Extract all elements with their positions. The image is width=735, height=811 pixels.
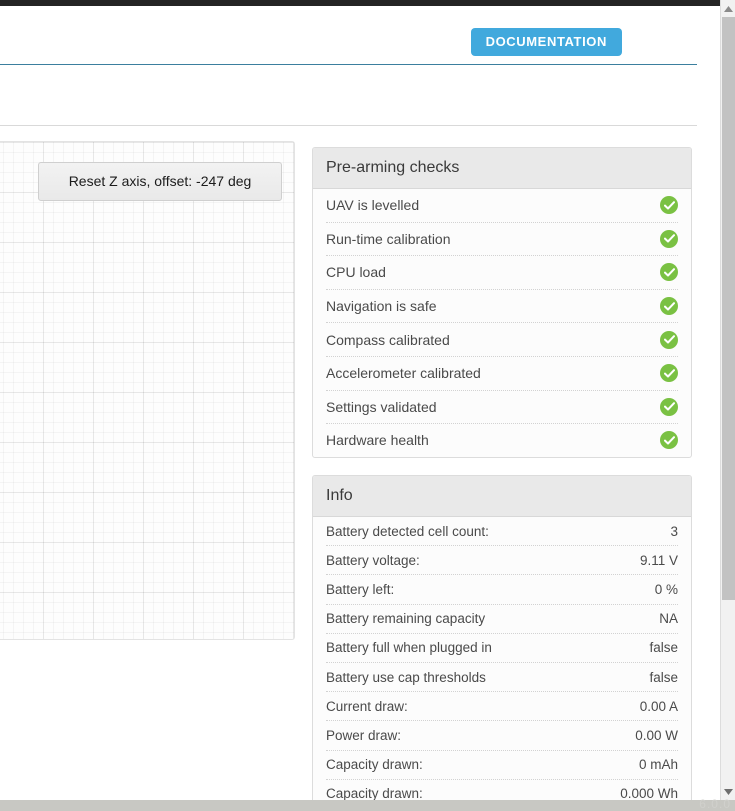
reset-z-axis-button[interactable]: Reset Z axis, offset: -247 deg bbox=[38, 162, 282, 201]
sensor-graph-panel bbox=[0, 141, 295, 640]
info-row: Capacity drawn: 0 mAh bbox=[326, 751, 678, 780]
info-row: Battery use cap thresholds false bbox=[326, 663, 678, 693]
documentation-button[interactable]: DOCUMENTATION bbox=[470, 28, 622, 56]
info-panel: Info Battery detected cell count: 3 Batter… bbox=[312, 475, 692, 809]
info-row-label: Battery voltage: bbox=[326, 552, 420, 568]
check-circle-icon bbox=[660, 431, 678, 450]
pre-arming-check-row: Run-time calibration bbox=[326, 223, 678, 257]
pre-arming-check-label: Navigation is safe bbox=[326, 298, 437, 315]
pre-arming-check-row: Navigation is safe bbox=[326, 290, 678, 324]
horizontal-scrollbar[interactable] bbox=[0, 800, 735, 811]
header-bar: DOCUMENTATION bbox=[0, 6, 720, 64]
info-row-label: Battery remaining capacity bbox=[326, 611, 486, 627]
info-title: Info bbox=[313, 476, 691, 517]
check-circle-icon bbox=[660, 364, 678, 383]
info-list: Battery detected cell count: 3 Battery vol… bbox=[313, 517, 691, 808]
info-row: Battery full when plugged in false bbox=[326, 634, 678, 663]
info-row-label: Battery use cap thresholds bbox=[326, 669, 486, 685]
info-row: Battery left: 0 % bbox=[326, 575, 678, 605]
check-circle-icon bbox=[660, 229, 678, 248]
info-row-value: NA bbox=[659, 611, 678, 627]
info-row-label: Power draw: bbox=[326, 727, 402, 743]
pre-arming-check-row: CPU load bbox=[326, 256, 678, 290]
info-row-label: Capacity drawn: bbox=[326, 757, 423, 773]
info-row-label: Battery detected cell count: bbox=[326, 523, 489, 539]
pre-arming-check-label: Settings validated bbox=[326, 398, 437, 415]
check-circle-icon bbox=[660, 297, 678, 316]
info-row: Battery remaining capacity NA bbox=[326, 605, 678, 634]
app-window: DOCUMENTATION Reset Z axis, offset: -247… bbox=[0, 0, 735, 811]
pre-arming-check-label: UAV is levelled bbox=[326, 197, 420, 214]
info-row: Battery detected cell count: 3 bbox=[326, 517, 678, 547]
info-row-value: 0 mAh bbox=[638, 757, 678, 773]
info-row: Current draw: 0.00 A bbox=[326, 692, 678, 722]
version-label: 6.0.0 bbox=[699, 797, 731, 811]
info-row-value: 0 % bbox=[654, 581, 678, 597]
info-row-value: false bbox=[649, 669, 678, 685]
pre-arming-check-row: Hardware health bbox=[326, 424, 678, 457]
vertical-scrollbar-thumb[interactable] bbox=[722, 17, 735, 600]
pre-arming-checks-list: UAV is levelled Run-time calibration CPU l… bbox=[313, 189, 691, 457]
check-circle-icon bbox=[660, 330, 678, 349]
pre-arming-check-row: Settings validated bbox=[326, 391, 678, 425]
info-row-value: 0.00 A bbox=[639, 698, 678, 714]
pre-arming-check-label: Compass calibrated bbox=[326, 331, 450, 348]
check-circle-icon bbox=[660, 397, 678, 416]
vertical-scrollbar[interactable] bbox=[720, 0, 735, 800]
pre-arming-checks-panel: Pre-arming checks UAV is levelled Run-tim… bbox=[312, 147, 692, 458]
section-divider bbox=[0, 125, 697, 126]
scroll-up-arrow-icon[interactable] bbox=[721, 0, 735, 17]
header-blue-divider bbox=[0, 64, 697, 65]
pre-arming-check-label: Accelerometer calibrated bbox=[326, 365, 481, 382]
pre-arming-check-row: Accelerometer calibrated bbox=[326, 357, 678, 391]
info-row: Power draw: 0.00 W bbox=[326, 721, 678, 751]
info-row-label: Battery full when plugged in bbox=[326, 640, 492, 656]
pre-arming-check-label: CPU load bbox=[326, 264, 386, 281]
info-row-value: 9.11 V bbox=[639, 552, 678, 568]
pre-arming-checks-title: Pre-arming checks bbox=[313, 148, 691, 189]
info-row-label: Current draw: bbox=[326, 698, 408, 714]
info-row-value: 0.00 W bbox=[635, 727, 678, 743]
check-circle-icon bbox=[660, 263, 678, 282]
info-row-label: Battery left: bbox=[326, 581, 395, 597]
pre-arming-check-label: Hardware health bbox=[326, 432, 429, 449]
info-row-value: 3 bbox=[670, 523, 678, 539]
pre-arming-check-row: UAV is levelled bbox=[326, 189, 678, 223]
pre-arming-check-label: Run-time calibration bbox=[326, 230, 451, 247]
info-row-value: false bbox=[649, 640, 678, 656]
info-row: Battery voltage: 9.11 V bbox=[326, 546, 678, 576]
pre-arming-check-row: Compass calibrated bbox=[326, 323, 678, 357]
check-circle-icon bbox=[660, 196, 678, 215]
